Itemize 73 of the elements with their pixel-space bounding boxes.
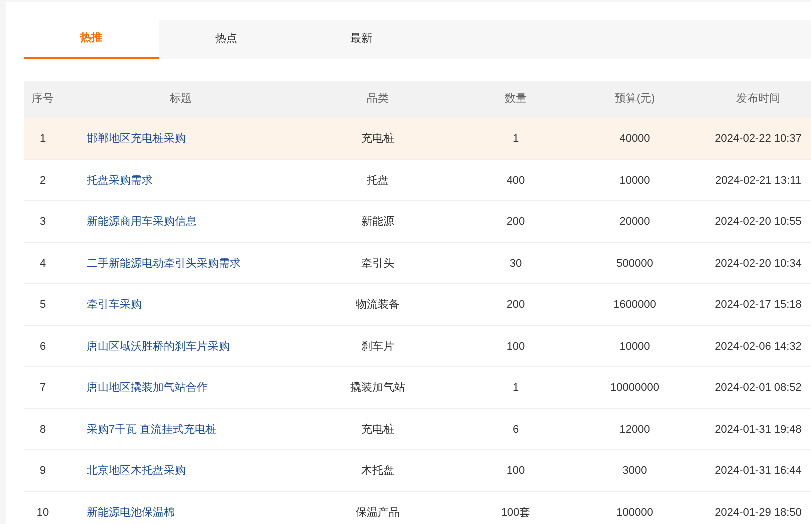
table-cell: 10000000 [610, 382, 660, 394]
table-cell: 10 [36, 506, 50, 519]
table-row[interactable]: 2 托盘采购需求 托盘 400 10000 2024-02-21 13:11 [24, 160, 811, 201]
table-cell: 12000 [620, 424, 650, 436]
table-cell: 100套 [501, 506, 531, 519]
column-header: 发布时间 [736, 92, 782, 108]
table-cell: 3000 [622, 465, 648, 478]
table-cell: 6 [512, 424, 520, 436]
column-header: 序号 [31, 92, 55, 108]
table-cell: 2 [40, 174, 46, 187]
table-cell: 牵引头 [362, 258, 394, 270]
table-cell: 3 [40, 216, 46, 228]
title-link[interactable]: 新能源电池保温棉 [87, 506, 175, 519]
table-cell: 200 [506, 299, 526, 312]
table-cell: 8 [40, 424, 46, 436]
table-cell: 400 [506, 174, 526, 187]
table-cell: 10000 [620, 340, 650, 353]
table-cell: 2024-01-29 18:50 [715, 506, 802, 519]
title-link[interactable]: 唐山区域沃胜桥的刹车片采购 [87, 340, 230, 353]
table-row[interactable]: 8 采购7千瓦 直流挂式充电桩 充电桩 6 12000 2024-01-31 19:48 [24, 408, 811, 450]
column-header: 品类 [366, 92, 390, 108]
title-link[interactable]: 采购7千瓦 直流挂式充电桩 [87, 424, 218, 436]
table-cell: 物流装备 [356, 299, 400, 312]
table-cell: 500000 [616, 258, 654, 270]
tab[interactable]: 最新 [294, 20, 429, 59]
table-cell: 30 [510, 258, 522, 270]
table-row[interactable]: 6 唐山区域沃胜桥的刹车片采购 刹车片 100 10000 2024-02-06 14:32 [24, 326, 811, 367]
column-header: 标题 [169, 92, 193, 108]
table-cell: 2024-02-22 10:37 [715, 133, 802, 146]
table-cell: 新能源 [362, 216, 394, 228]
title-link[interactable]: 邯郸地区充电桩采购 [87, 133, 186, 146]
table-cell: 保温产品 [356, 506, 400, 519]
tab[interactable]: 热点 [159, 20, 294, 59]
table-cell: 20000 [620, 216, 650, 228]
table-cell: 木托盘 [362, 465, 394, 478]
title-link[interactable]: 唐山地区撬装加气站合作 [87, 382, 208, 394]
table-cell: 2024-01-31 16:44 [715, 465, 802, 478]
column-header: 预算(元) [614, 92, 656, 108]
table-cell: 2024-02-21 13:11 [715, 174, 802, 187]
table-cell: 2024-02-17 15:18 [715, 299, 802, 312]
table-cell: 40000 [620, 133, 650, 146]
table-cell: 200 [506, 216, 526, 228]
table-cell: 2024-02-06 14:32 [715, 340, 802, 353]
table-cell: 5 [40, 299, 46, 312]
table-cell: 100 [506, 465, 526, 478]
table-cell: 100000 [616, 506, 654, 519]
table-cell: 7 [40, 382, 46, 394]
table-cell: 9 [40, 465, 46, 478]
table-cell: 1 [512, 133, 520, 146]
table-cell: 1 [40, 133, 46, 146]
table-cell: 充电桩 [362, 133, 394, 146]
table-cell: 2024-02-01 08:52 [715, 382, 802, 394]
table-cell: 托盘 [367, 174, 389, 187]
table-cell: 充电桩 [362, 424, 394, 436]
table-cell: 6 [40, 340, 46, 353]
table-cell: 刹车片 [362, 340, 394, 353]
table-cell: 4 [40, 258, 46, 270]
table-row[interactable]: 4 二手新能源电动牵引头采购需求 牵引头 30 500000 2024-02-20 10:34 [24, 242, 811, 284]
title-link[interactable]: 新能源商用车采购信息 [87, 216, 197, 228]
title-link[interactable]: 牵引车采购 [87, 299, 142, 312]
table-cell: 2024-02-20 10:34 [715, 258, 802, 270]
title-link[interactable]: 托盘采购需求 [87, 174, 153, 187]
table-cell: 撬装加气站 [350, 382, 406, 394]
table-cell: 2024-02-20 10:55 [715, 216, 802, 228]
table-cell: 10000 [620, 174, 650, 187]
column-header: 数量 [504, 92, 528, 108]
table-row[interactable]: 1 邯郸地区充电桩采购 充电桩 1 40000 2024-02-22 10:37 [24, 118, 811, 160]
table-cell: 1 [512, 382, 520, 394]
title-link[interactable]: 二手新能源电动牵引头采购需求 [87, 258, 241, 270]
table-cell: 100 [506, 340, 526, 353]
table-cell: 2024-01-31 19:48 [715, 424, 802, 436]
title-link[interactable]: 北京地区木托盘采购 [87, 465, 186, 478]
table-cell: 1600000 [614, 299, 656, 312]
